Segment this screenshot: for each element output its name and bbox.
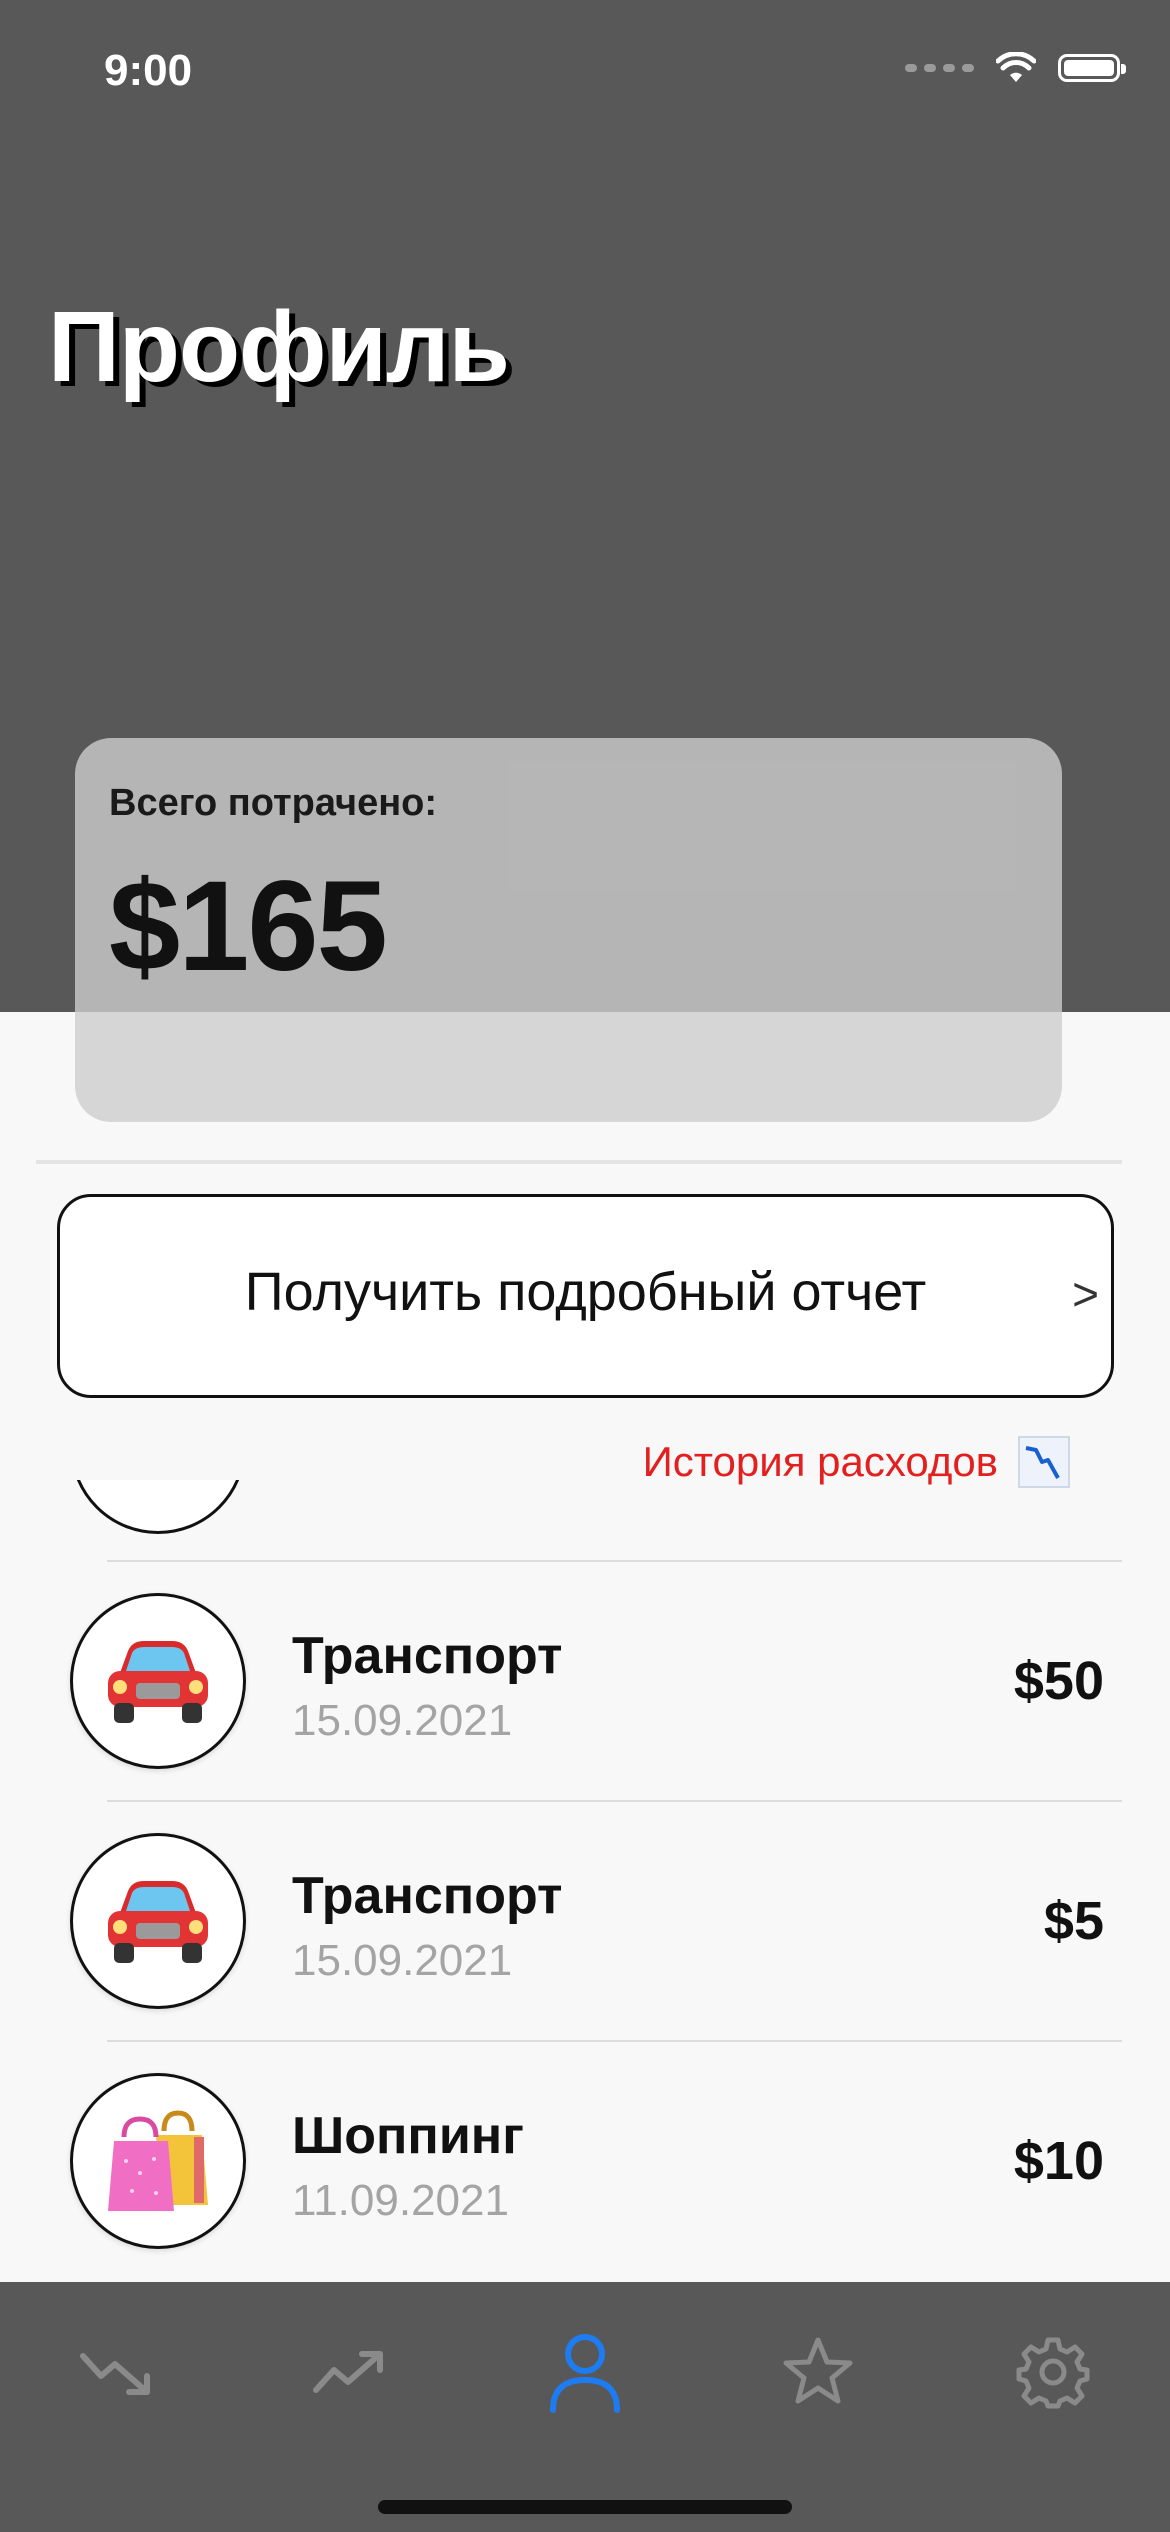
transaction-amount: $50 [1013,1651,1104,1711]
list-item[interactable]: Транспорт 15.09.2021 $50 [0,1562,1170,1800]
total-spent-card: Всего потрачено: $165 [75,738,1062,1122]
tab-favorites[interactable] [768,2322,868,2422]
expense-history-label: История расходов [642,1438,998,1485]
favorites-star-icon [783,2337,853,2404]
transaction-date: 15.09.2021 [292,1936,513,1985]
wifi-icon [996,52,1036,82]
transaction-category: Транспорт [292,1627,563,1685]
tab-profile[interactable] [535,2322,635,2422]
cellular-signal-icon [905,64,974,72]
chevron-right-icon: > [1072,1268,1099,1320]
income-trend-up-icon [313,2351,383,2393]
total-spent-amount: $165 [109,855,388,998]
transaction-amount: $10 [1013,2131,1104,2191]
tab-bar [0,2282,1170,2532]
transaction-date: 11.09.2021 [292,2176,509,2225]
tab-expenses[interactable] [67,2322,167,2422]
section-divider [36,1160,1122,1164]
transaction-category: Шоппинг [292,2107,524,2165]
tab-settings[interactable] [1003,2322,1103,2422]
detailed-report-label: Получить подробный отчет [244,1262,927,1322]
settings-gear-icon [1016,2337,1090,2409]
car-icon [70,1833,246,2009]
transaction-list[interactable]: Транспорт 15.09.2021 $50 Транспорт 15.09… [0,1480,1170,2282]
transaction-amount: $5 [1043,1891,1104,1951]
shopping-bags-icon [70,2073,246,2249]
status-time: 9:00 [104,46,193,95]
detailed-report-button[interactable]: Получить подробный отчет > [57,1194,1114,1398]
total-spent-label: Всего потрачено: [109,782,438,824]
transaction-category: Транспорт [292,1867,563,1925]
status-icons [905,52,1126,84]
car-icon [70,1593,246,1769]
tab-income[interactable] [300,2322,400,2422]
battery-icon [1058,54,1126,82]
page-title: Профиль [48,291,510,403]
list-item[interactable]: Транспорт 15.09.2021 $5 [0,1802,1170,2040]
expenses-trend-down-icon [80,2353,150,2395]
list-item[interactable]: Шоппинг 11.09.2021 $10 [0,2042,1170,2280]
list-item-avatar [70,1480,246,1534]
profile-icon [550,2334,620,2413]
transaction-date: 15.09.2021 [292,1696,513,1745]
home-indicator [378,2500,792,2514]
